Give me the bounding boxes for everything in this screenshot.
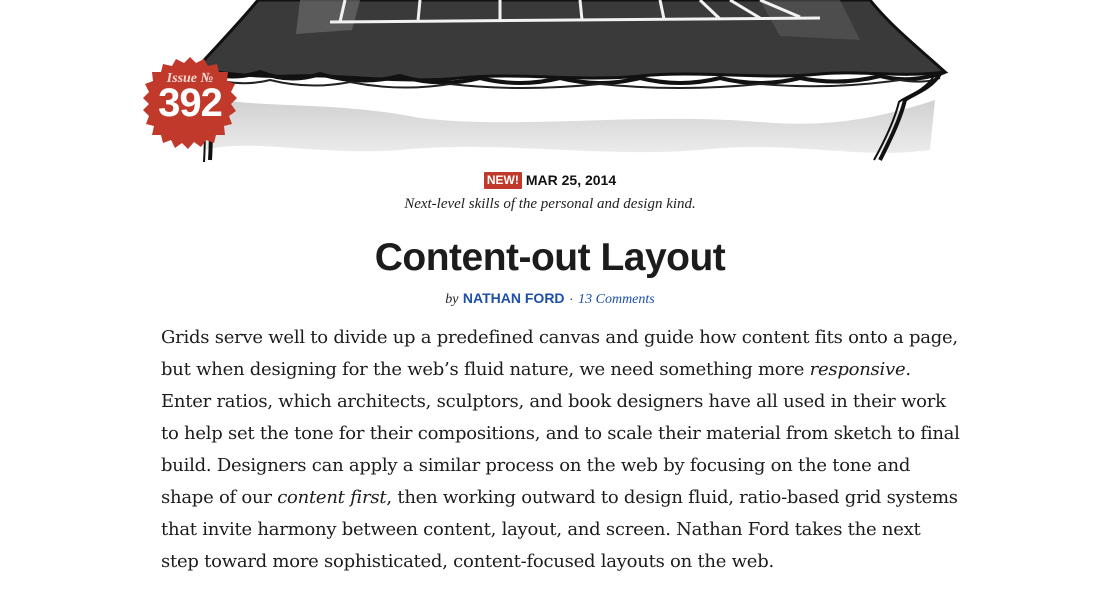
new-badge: NEW! — [483, 172, 522, 189]
article-meta: NEW! MAR 25, 2014 — [0, 172, 1100, 189]
intro-emphasis-responsive: responsive — [809, 359, 906, 380]
byline-by: by — [445, 292, 459, 307]
article-intro: Grids serve well to divide up a predefin… — [161, 322, 961, 578]
byline: by NATHAN FORD · 13 Comments — [0, 290, 1100, 308]
intro-emphasis-content-first: content first — [277, 487, 387, 508]
issue-number: 392 — [158, 81, 223, 125]
author-link[interactable]: NATHAN FORD — [463, 290, 565, 306]
issue-tagline: Next-level skills of the personal and de… — [404, 196, 696, 212]
comments-link[interactable]: 13 Comments — [578, 292, 655, 307]
publish-date: MAR 25, 2014 — [525, 172, 617, 188]
intro-text-2: . Enter ratios, which architects, sculpt… — [161, 359, 960, 508]
byline-separator: · — [569, 290, 574, 306]
issue-badge: Issue № 392 — [142, 55, 238, 151]
article-title[interactable]: Content-out Layout — [0, 236, 1100, 280]
